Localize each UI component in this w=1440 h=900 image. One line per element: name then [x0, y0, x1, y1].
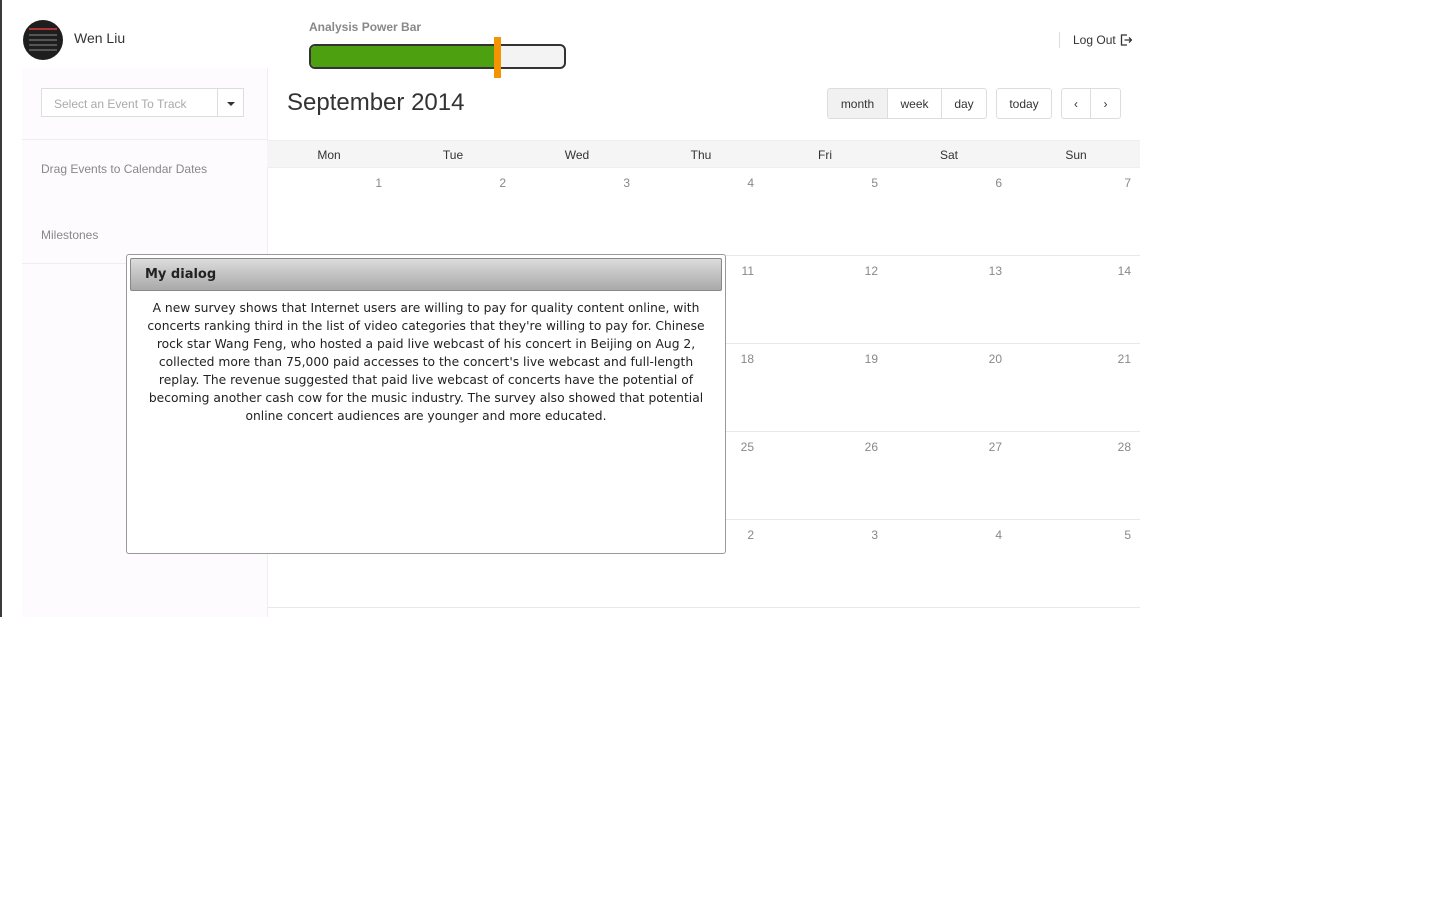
- calendar-day-number[interactable]: 7: [1124, 176, 1131, 190]
- calendar-day-number[interactable]: 5: [1124, 528, 1131, 542]
- dialog: My dialog A new survey shows that Intern…: [126, 254, 726, 554]
- today-group: today: [996, 88, 1052, 119]
- analysis-power-bar[interactable]: [309, 37, 566, 78]
- calendar-day-number[interactable]: 20: [989, 352, 1002, 366]
- calendar-day-number[interactable]: 3: [623, 176, 630, 190]
- weekday-label: Fri: [818, 148, 832, 162]
- calendar-day-number[interactable]: 2: [499, 176, 506, 190]
- calendar-day-number[interactable]: 18: [741, 352, 754, 366]
- calendar-day-number[interactable]: 6: [995, 176, 1002, 190]
- dialog-body: A new survey shows that Internet users a…: [147, 301, 705, 423]
- sidebar-divider: [22, 139, 267, 140]
- nav-group: ‹ ›: [1061, 88, 1121, 119]
- weekday-label: Sat: [939, 148, 959, 162]
- calendar-day-number[interactable]: 4: [995, 528, 1002, 542]
- calendar-day-number[interactable]: 3: [871, 528, 878, 542]
- week-row-divider: [267, 607, 1140, 608]
- caret-down-icon: [226, 101, 235, 106]
- calendar-day-number[interactable]: 1: [375, 176, 382, 190]
- milestones-label[interactable]: Milestones: [41, 228, 98, 242]
- power-bar-fill: [311, 46, 499, 67]
- dialog-title: My dialog: [145, 267, 217, 282]
- user-name: Wen Liu: [74, 30, 126, 46]
- week-view-button[interactable]: week: [888, 89, 942, 118]
- logout-button[interactable]: Log Out: [1073, 33, 1132, 47]
- calendar-day-number[interactable]: 25: [741, 440, 754, 454]
- calendar-day-number[interactable]: 4: [747, 176, 754, 190]
- calendar-day-number[interactable]: 5: [871, 176, 878, 190]
- event-select-placeholder: Select an Event To Track: [54, 97, 187, 111]
- weekday-label: Wed: [564, 148, 590, 162]
- calendar-day-number[interactable]: 2: [747, 528, 754, 542]
- dialog-titlebar[interactable]: My dialog: [130, 258, 722, 291]
- logout-icon: [1120, 34, 1132, 46]
- power-bar-label: Analysis Power Bar: [309, 20, 422, 34]
- power-bar-handle[interactable]: [494, 37, 502, 78]
- prev-month-button[interactable]: ‹: [1062, 89, 1091, 118]
- day-view-button[interactable]: day: [942, 89, 986, 118]
- weekday-label: Mon: [317, 148, 341, 162]
- calendar-day-number[interactable]: 13: [989, 264, 1002, 278]
- avatar[interactable]: [23, 20, 63, 60]
- calendar-day-number[interactable]: 19: [865, 352, 878, 366]
- calendar-day-number[interactable]: 14: [1118, 264, 1131, 278]
- view-switcher: month week day: [827, 88, 987, 119]
- calendar-day-number[interactable]: 28: [1118, 440, 1131, 454]
- event-select-toggle[interactable]: [217, 89, 243, 116]
- weekday-label: Tue: [442, 148, 464, 162]
- weekday-label: Thu: [690, 148, 712, 162]
- window-left-edge: [0, 0, 2, 617]
- logout-label: Log Out: [1073, 33, 1116, 47]
- weekday-label: Sun: [1065, 148, 1087, 162]
- calendar-title: September 2014: [287, 89, 465, 116]
- calendar-day-number[interactable]: 26: [865, 440, 878, 454]
- weekday-header: Mon Tue Wed Thu Fri Sat Sun: [267, 140, 1140, 168]
- logout-divider: [1059, 32, 1060, 48]
- month-view-button[interactable]: month: [828, 89, 888, 118]
- calendar-day-number[interactable]: 11: [742, 264, 754, 278]
- next-month-button[interactable]: ›: [1091, 89, 1120, 118]
- calendar-day-number[interactable]: 27: [989, 440, 1002, 454]
- calendar-day-number[interactable]: 21: [1118, 352, 1131, 366]
- calendar-day-number[interactable]: 12: [865, 264, 878, 278]
- today-button[interactable]: today: [997, 89, 1051, 118]
- event-select[interactable]: Select an Event To Track: [41, 88, 244, 117]
- drag-events-hint: Drag Events to Calendar Dates: [41, 162, 208, 176]
